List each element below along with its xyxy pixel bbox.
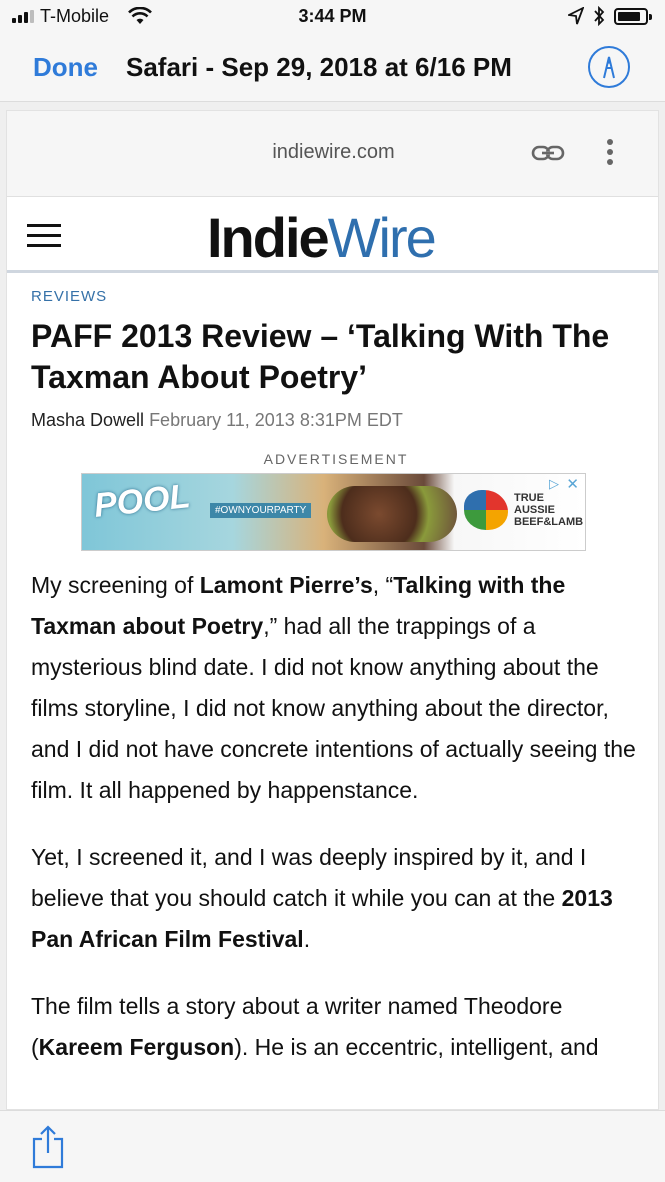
director-name: Lamont Pierre’s [199,572,373,598]
status-bar: T-Mobile 3:44 PM [0,0,665,34]
link-icon[interactable] [531,143,565,168]
ad-pool-text: POOL [92,477,193,525]
more-vertical-icon[interactable] [606,139,614,167]
site-header: IndieWire [7,197,658,273]
location-arrow-icon [566,6,585,30]
ad-brand-text: TRUE AUSSIE BEEF&LAMB [514,492,584,528]
browser-url-bar[interactable]: indiewire.com [7,111,658,197]
indiewire-logo[interactable]: IndieWire [207,205,437,270]
ad-food-image [327,486,457,542]
advertisement-banner[interactable]: POOL #OWNYOURPARTY TRUE AUSSIE BEEF&LAMB… [81,473,586,551]
screenshot-canvas: indiewire.com IndieWire REVIEWS PAFF 201… [0,102,665,1110]
paragraph-1: My screening of Lamont Pierre’s, “Talkin… [31,572,636,803]
ad-label: ADVERTISEMENT [263,451,409,467]
ad-hashtag: #OWNYOURPARTY [210,503,312,518]
share-icon[interactable] [31,1125,65,1174]
done-button[interactable]: Done [33,52,98,83]
publish-date: February 11, 2013 8:31PM EDT [149,410,403,430]
article-headline: PAFF 2013 Review – ‘Talking With The Tax… [31,318,610,395]
paragraph-3: The film tells a story about a writer na… [31,993,599,1060]
paragraph-2: Yet, I screened it, and I was deeply ins… [31,844,613,952]
ad-australia-logo [464,490,508,530]
byline: Masha Dowell February 11, 2013 8:31PM ED… [31,410,641,431]
adchoices-icon[interactable]: ▷ [549,476,559,492]
author-name[interactable]: Masha Dowell [31,410,144,430]
markup-pen-icon[interactable] [588,46,630,88]
bottom-toolbar [0,1110,665,1182]
article: REVIEWS PAFF 2013 Review – ‘Talking With… [31,273,641,1094]
status-time: 3:44 PM [298,6,367,26]
bluetooth-icon [592,5,606,31]
actor-name: Kareem Ferguson [38,1034,235,1060]
close-icon[interactable]: ✕ [566,475,579,493]
article-body: My screening of Lamont Pierre’s, “Talkin… [31,565,641,1068]
hamburger-menu-icon[interactable] [27,224,61,247]
captured-page: indiewire.com IndieWire REVIEWS PAFF 201… [6,110,659,1110]
screenshot-title: Safari - Sep 29, 2018 at 6/16 PM [126,52,512,82]
battery-icon [614,8,652,25]
section-label[interactable]: REVIEWS [31,288,107,305]
markup-header: Done Safari - Sep 29, 2018 at 6/16 PM [0,34,665,102]
